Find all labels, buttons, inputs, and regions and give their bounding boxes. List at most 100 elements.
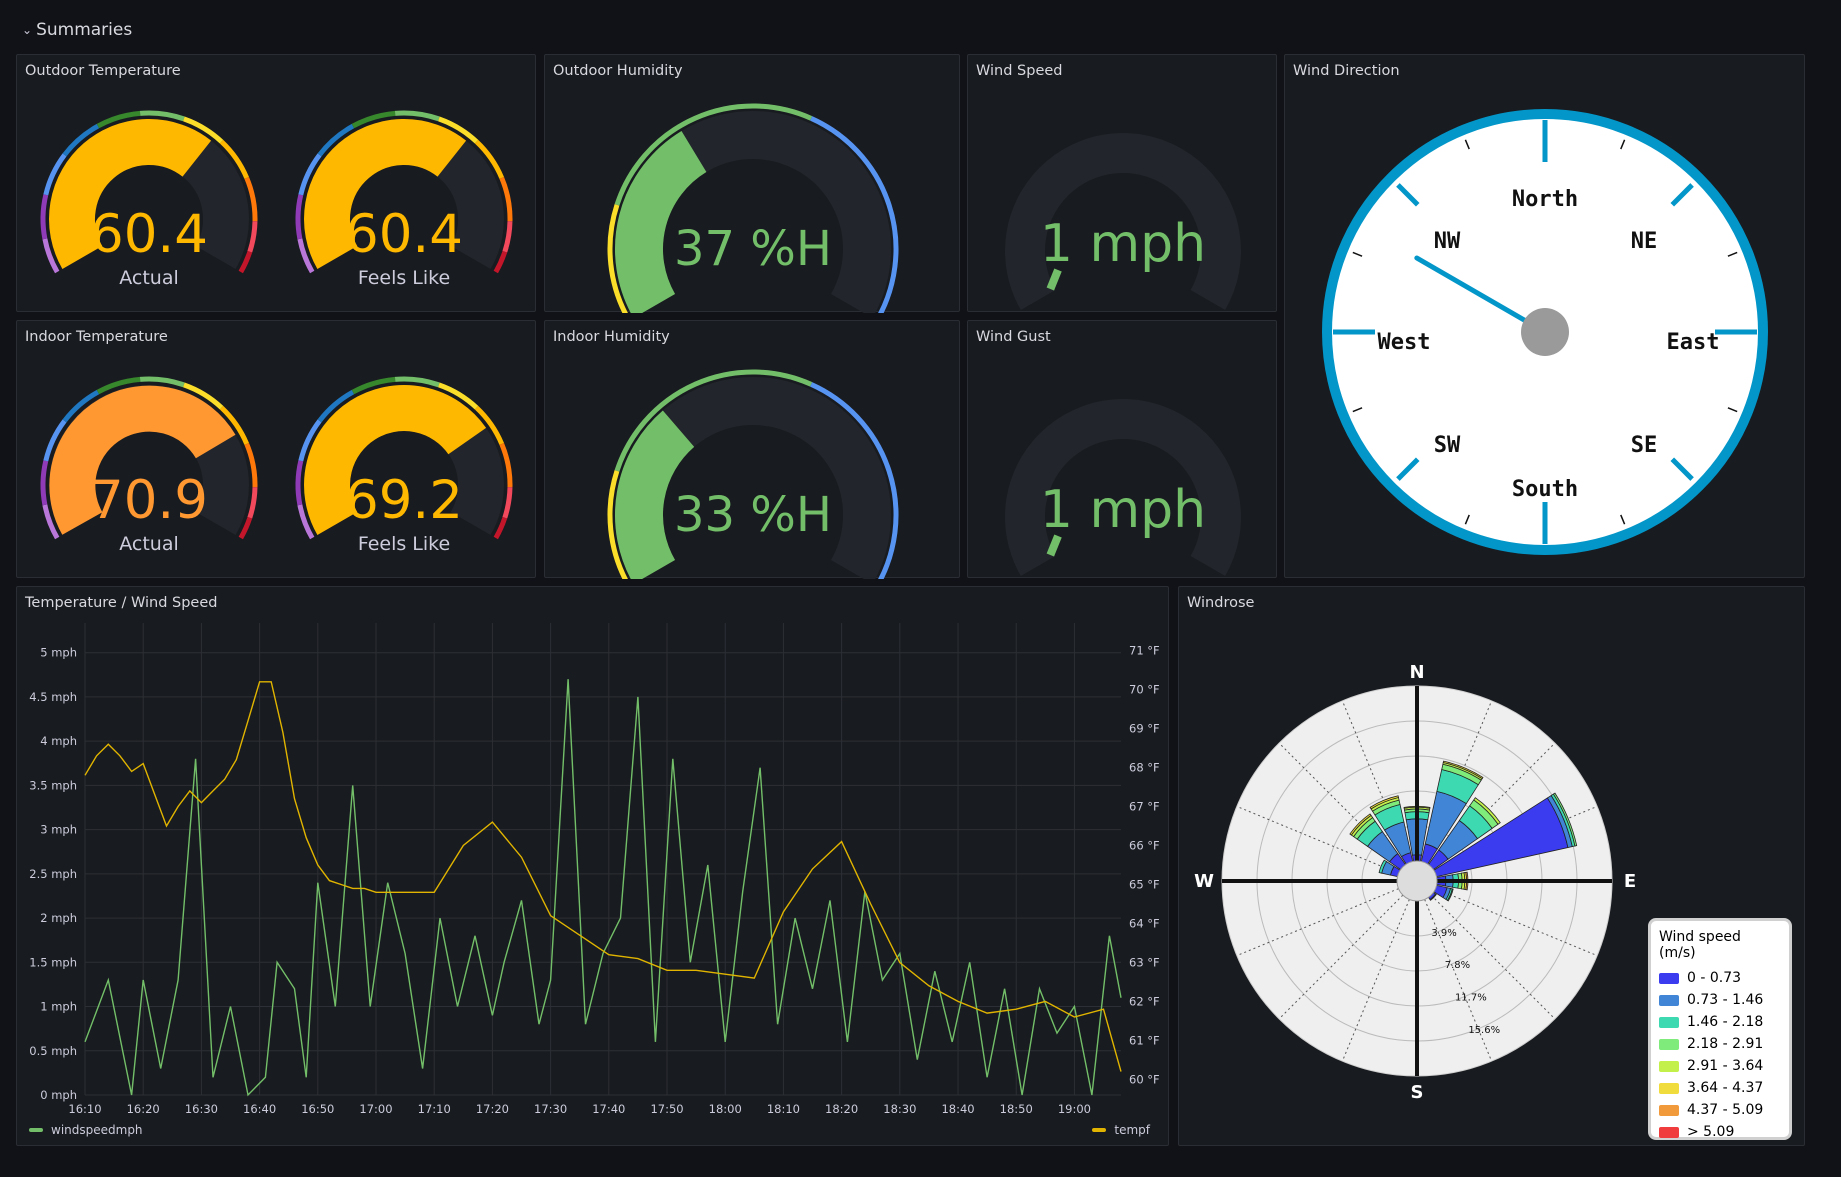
gauge-fill [615,410,695,579]
legend-label: 2.18 - 2.91 [1687,1036,1764,1052]
x-tick-label: 19:00 [1058,1102,1091,1116]
windrose-ring-label: 11.7% [1455,992,1487,1003]
gauge-outdoor-humidity: 37 %H [607,103,899,313]
x-tick-label: 17:50 [650,1102,683,1116]
panel-outdoor-humidity[interactable]: Outdoor Humidity 37 %H [544,54,960,313]
y-right-tick-label: 66 °F [1129,839,1160,853]
panel-windrose[interactable]: Windrose N S E W 3.9% 7.8% 11.7% 15.6% Wind spe… [1178,586,1805,1146]
panel-wind-direction[interactable]: Wind Direction North NE East SE South SW West N… [1284,54,1805,578]
legend-label: 2.91 - 3.64 [1687,1058,1764,1074]
x-tick-label: 16:50 [301,1102,334,1116]
gauge-threshold-band [394,110,440,122]
compass-label-north: North [1512,187,1578,212]
gauge-value: 60.4 [90,204,208,265]
y-left-tick-label: 2 mph [40,911,77,925]
legend-swatch [29,1128,43,1132]
x-tick-label: 18:10 [767,1102,800,1116]
gauge-value: 33 %H [674,487,832,543]
panel-wind-gust[interactable]: Wind Gust 1 mph [967,320,1277,578]
legend-label: tempf [1114,1123,1150,1137]
windrose-ring-label: 15.6% [1468,1025,1500,1036]
gauge-indoor-feels: 69.2Feels Like [295,376,513,555]
y-right-tick-label: 64 °F [1129,916,1160,930]
y-right-tick-label: 63 °F [1129,955,1160,969]
y-left-tick-label: 3.5 mph [29,778,77,792]
y-right-tick-label: 69 °F [1129,722,1160,736]
gauge-value: 37 %H [674,221,832,277]
panel-indoor-humidity[interactable]: Indoor Humidity 33 %H [544,320,960,579]
x-tick-label: 17:00 [359,1102,392,1116]
y-right-tick-label: 60 °F [1129,1072,1160,1086]
gauge-threshold-band [394,376,440,388]
y-right-tick-label: 71 °F [1129,644,1160,658]
chevron-down-icon[interactable]: ⌄ [22,23,32,37]
windrose-legend-item: 0.73 - 1.46 [1659,989,1781,1011]
legend-swatch [1659,972,1679,984]
windrose-legend-item: 2.18 - 2.91 [1659,1033,1781,1055]
compass-dial: North NE East SE South SW West NW [1322,109,1768,555]
x-tick-label: 16:30 [185,1102,218,1116]
legend-swatch [1659,1060,1679,1072]
gauge-threshold-band [139,110,185,122]
panel-temperature-wind-speed[interactable]: Temperature / Wind Speed 16:10 16:20 16:30… [16,586,1169,1146]
windrose-legend-item: > 5.09 [1659,1121,1781,1143]
y-left-tick-label: 4.5 mph [29,690,77,704]
gauge-value: 69.2 [345,470,463,531]
compass-label-west: West [1378,330,1431,355]
legend-temp[interactable]: tempf [1092,1123,1150,1137]
y-left-tick-label: 0.5 mph [29,1044,77,1058]
legend-label: 1.46 - 2.18 [1687,1014,1764,1030]
timeseries-chart[interactable]: 16:10 16:20 16:30 16:40 16:50 17:00 17:10 17:20… [17,587,1170,1117]
compass-label-nw: NW [1434,229,1461,254]
windrose-legend-title: Wind speed (m/s) [1659,929,1741,961]
x-tick-label: 17:30 [534,1102,567,1116]
gauge-threshold-band [40,460,49,506]
windrose-legend-item: 1.46 - 2.18 [1659,1011,1781,1033]
y-left-tick-label: 2.5 mph [29,867,77,881]
panel-outdoor-temperature[interactable]: Outdoor Temperature 60.4 Actual 60.4 Feels… [16,54,536,312]
legend-swatch [1659,1038,1679,1050]
x-tick-label: 18:50 [1000,1102,1033,1116]
y-right-tick-label: 70 °F [1129,683,1160,697]
gauge-indoor-humidity: 33 %H [607,369,899,579]
x-tick-label: 18:40 [941,1102,974,1116]
gauge-label: Actual [119,533,179,555]
windrose-ring-label: 3.9% [1431,928,1456,939]
gauge-indoor-actual: 70.9Actual [40,376,258,555]
x-tick-label: 18:20 [825,1102,858,1116]
y-left-tick-label: 1 mph [40,1000,77,1014]
compass-label-sw: SW [1434,433,1461,458]
legend-swatch [1659,1126,1679,1138]
gauge-pair: 60.4Actual 60.4Feels Like [40,110,513,289]
windrose-legend-item: 2.91 - 3.64 [1659,1055,1781,1077]
windrose-compass-s: S [1411,1082,1424,1103]
gauge-label: Feels Like [358,533,450,555]
panel-indoor-temperature[interactable]: Indoor Temperature 70.9 Actual 69.2 Feels … [16,320,536,578]
panel-wind-speed[interactable]: Wind Speed 1 mph [967,54,1277,312]
y-left-tick-label: 3 mph [40,823,77,837]
x-tick-label: 16:20 [127,1102,160,1116]
legend-windspeed[interactable]: windspeedmph [29,1123,143,1137]
windrose-calm-circle [1396,860,1438,902]
legend-swatch [1659,1082,1679,1094]
legend-label: > 5.09 [1687,1124,1735,1140]
gauge-wind-gust: 1 mph [1005,399,1241,576]
legend-label: 0.73 - 1.46 [1687,992,1764,1008]
windrose-compass-n: N [1409,662,1424,683]
y-right-tick-label: 61 °F [1129,1033,1160,1047]
gauge-threshold-band [40,194,49,240]
y-left-tick-label: 0 mph [40,1088,77,1102]
x-tick-label: 17:10 [418,1102,451,1116]
compass-hub [1521,308,1569,356]
x-tick-label: 16:40 [243,1102,276,1116]
row-header-summaries[interactable]: ⌄ Summaries [22,18,132,42]
legend-swatch [1659,994,1679,1006]
y-left-tick-label: 1.5 mph [29,955,77,969]
gauge-outdoor-actual: 60.4Actual [40,110,258,289]
x-tick-label: 17:20 [476,1102,509,1116]
legend-swatch [1092,1128,1107,1132]
gauge-threshold-band [502,221,513,253]
gauge-threshold-band [502,487,513,519]
gauge-value: 1 mph [1040,214,1206,274]
legend-swatch [1659,1104,1679,1116]
